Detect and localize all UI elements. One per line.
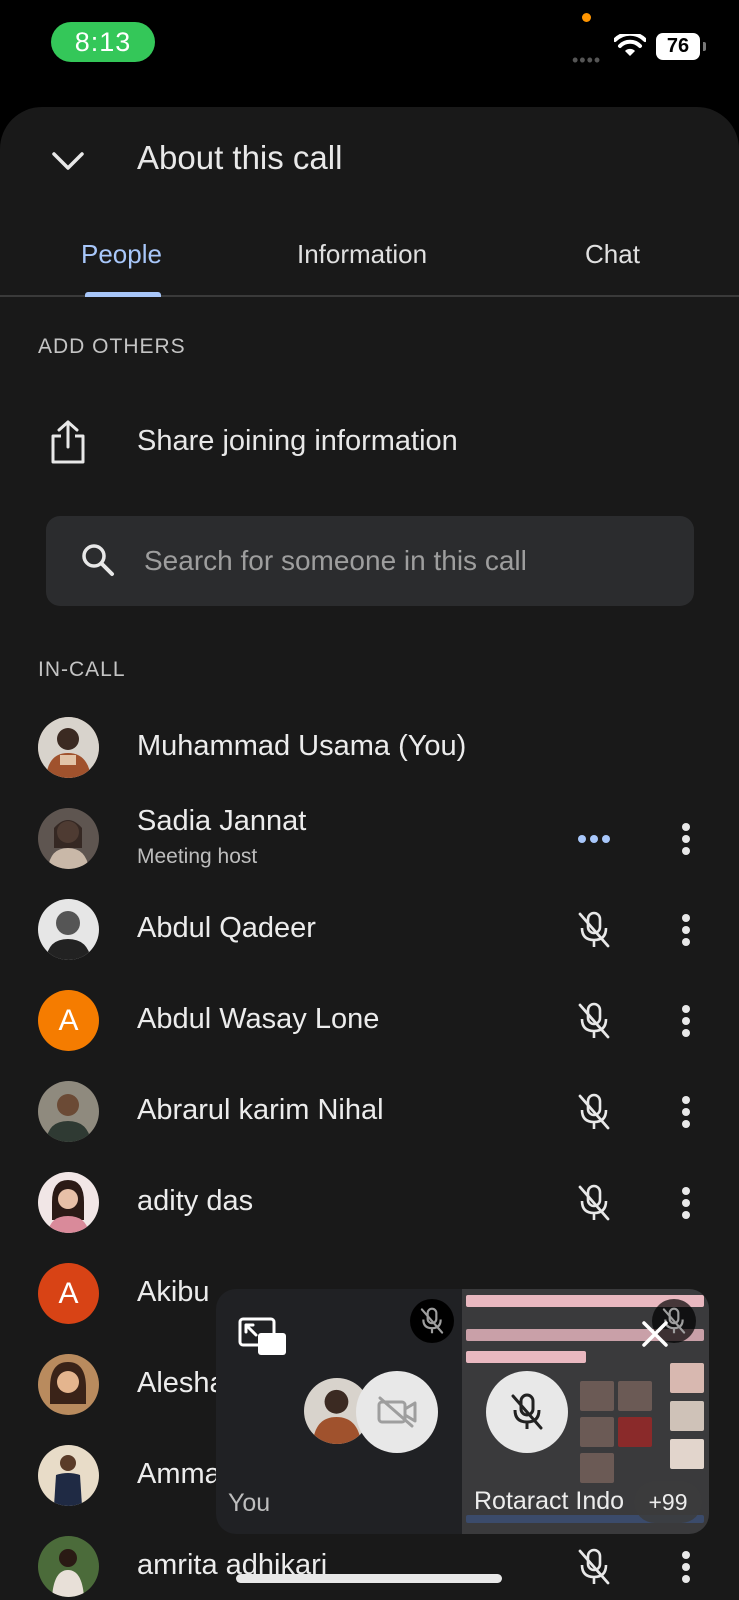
- mic-muted-indicator: [570, 1543, 618, 1591]
- avatar: [38, 808, 99, 869]
- participant-role: Meeting host: [137, 845, 258, 868]
- sheet-header: About this call: [0, 107, 739, 207]
- participant-row[interactable]: adity das: [0, 1157, 739, 1248]
- mic-off-icon: [578, 1548, 610, 1585]
- more-options-button[interactable]: [664, 1088, 708, 1136]
- chevron-down-icon: [52, 152, 84, 170]
- participant-row[interactable]: Abdul Qadeer: [0, 884, 739, 975]
- participant-row[interactable]: Sadia Jannat Meeting host: [0, 793, 739, 884]
- expand-icon[interactable]: [238, 1317, 288, 1357]
- speaking-dots-icon: [578, 835, 610, 843]
- mic-muted-indicator: [570, 1088, 618, 1136]
- more-vert-icon: [682, 1096, 690, 1128]
- share-label: Share joining information: [137, 425, 458, 457]
- participant-name: adity das: [137, 1185, 254, 1217]
- more-options-button[interactable]: [664, 1179, 708, 1227]
- participant-name: Muhammad Usama (You): [137, 730, 467, 762]
- search-input[interactable]: [144, 516, 664, 606]
- avatar: [38, 1081, 99, 1142]
- search-icon: [82, 544, 114, 576]
- more-options-button[interactable]: [664, 906, 708, 954]
- speaking-indicator: [570, 815, 618, 863]
- mic-in-use-indicator: [582, 13, 591, 22]
- camera-toggle-button[interactable]: [356, 1371, 438, 1453]
- participant-name: Abdul Qadeer: [137, 912, 316, 944]
- participant-row[interactable]: Muhammad Usama (You): [0, 702, 739, 793]
- avatar: [38, 717, 99, 778]
- close-icon[interactable]: [640, 1319, 670, 1349]
- page-title: About this call: [137, 139, 343, 176]
- share-joining-info-button[interactable]: Share joining information: [0, 397, 739, 487]
- presenter-tile-label: Rotaract Indo: [474, 1487, 625, 1515]
- participant-name: Abrarul karim Nihal: [137, 1094, 384, 1126]
- more-options-button[interactable]: [664, 997, 708, 1045]
- more-vert-icon: [682, 1551, 690, 1583]
- mic-off-icon: [511, 1393, 543, 1430]
- mic-muted-indicator: [570, 1179, 618, 1227]
- camera-off-icon: [377, 1396, 417, 1428]
- battery-indicator: 76: [656, 33, 706, 60]
- in-call-heading: IN-CALL: [38, 658, 126, 681]
- participant-row[interactable]: Abrarul karim Nihal: [0, 1066, 739, 1157]
- tab-bar: People Information Chat: [0, 217, 739, 297]
- avatar: [38, 1354, 99, 1415]
- mic-toggle-button[interactable]: [486, 1371, 568, 1453]
- avatar: [38, 899, 99, 960]
- mic-off-icon: [420, 1307, 444, 1334]
- pip-window[interactable]: You Rotaract Indo +99: [216, 1289, 709, 1534]
- mic-off-icon: [578, 911, 610, 948]
- add-others-heading: ADD OTHERS: [38, 335, 186, 358]
- participant-row[interactable]: A Abdul Wasay Lone: [0, 975, 739, 1066]
- more-vert-icon: [682, 823, 690, 855]
- avatar: [38, 1445, 99, 1506]
- tab-information[interactable]: Information: [297, 239, 427, 270]
- collapse-button[interactable]: [40, 133, 96, 189]
- cellular-signal-icon: ••••: [572, 50, 602, 70]
- mic-off-icon: [578, 1002, 610, 1039]
- share-icon: [51, 420, 85, 464]
- search-box: [46, 516, 694, 606]
- avatar: [38, 1536, 99, 1597]
- mic-off-icon: [578, 1093, 610, 1130]
- self-tile-label: You: [228, 1489, 271, 1517]
- participant-name: Abdul Wasay Lone: [137, 1003, 380, 1035]
- mic-muted-indicator: [570, 997, 618, 1045]
- more-vert-icon: [682, 1187, 690, 1219]
- avatar: [38, 1172, 99, 1233]
- more-options-button[interactable]: [664, 815, 708, 863]
- more-options-button[interactable]: [664, 1543, 708, 1591]
- mic-muted-indicator: [570, 906, 618, 954]
- participant-name: Sadia Jannat: [137, 805, 307, 837]
- participant-name: Akibu: [137, 1276, 210, 1308]
- home-indicator[interactable]: [236, 1574, 502, 1583]
- status-time: 8:13: [51, 22, 155, 62]
- self-mic-status: [410, 1299, 454, 1343]
- participant-name: Amma: [137, 1458, 221, 1490]
- status-bar: 8:13 •••• 76: [0, 0, 739, 95]
- wifi-icon: [614, 34, 646, 56]
- mic-off-icon: [578, 1184, 610, 1221]
- active-tab-indicator: [85, 292, 161, 297]
- more-vert-icon: [682, 914, 690, 946]
- participant-name: Alesha: [137, 1367, 226, 1399]
- avatar-initial: A: [38, 990, 99, 1051]
- more-vert-icon: [682, 1005, 690, 1037]
- tab-chat[interactable]: Chat: [585, 239, 640, 270]
- tab-people[interactable]: People: [81, 239, 162, 270]
- participant-count-badge: +99: [634, 1481, 702, 1523]
- avatar-initial: A: [38, 1263, 99, 1324]
